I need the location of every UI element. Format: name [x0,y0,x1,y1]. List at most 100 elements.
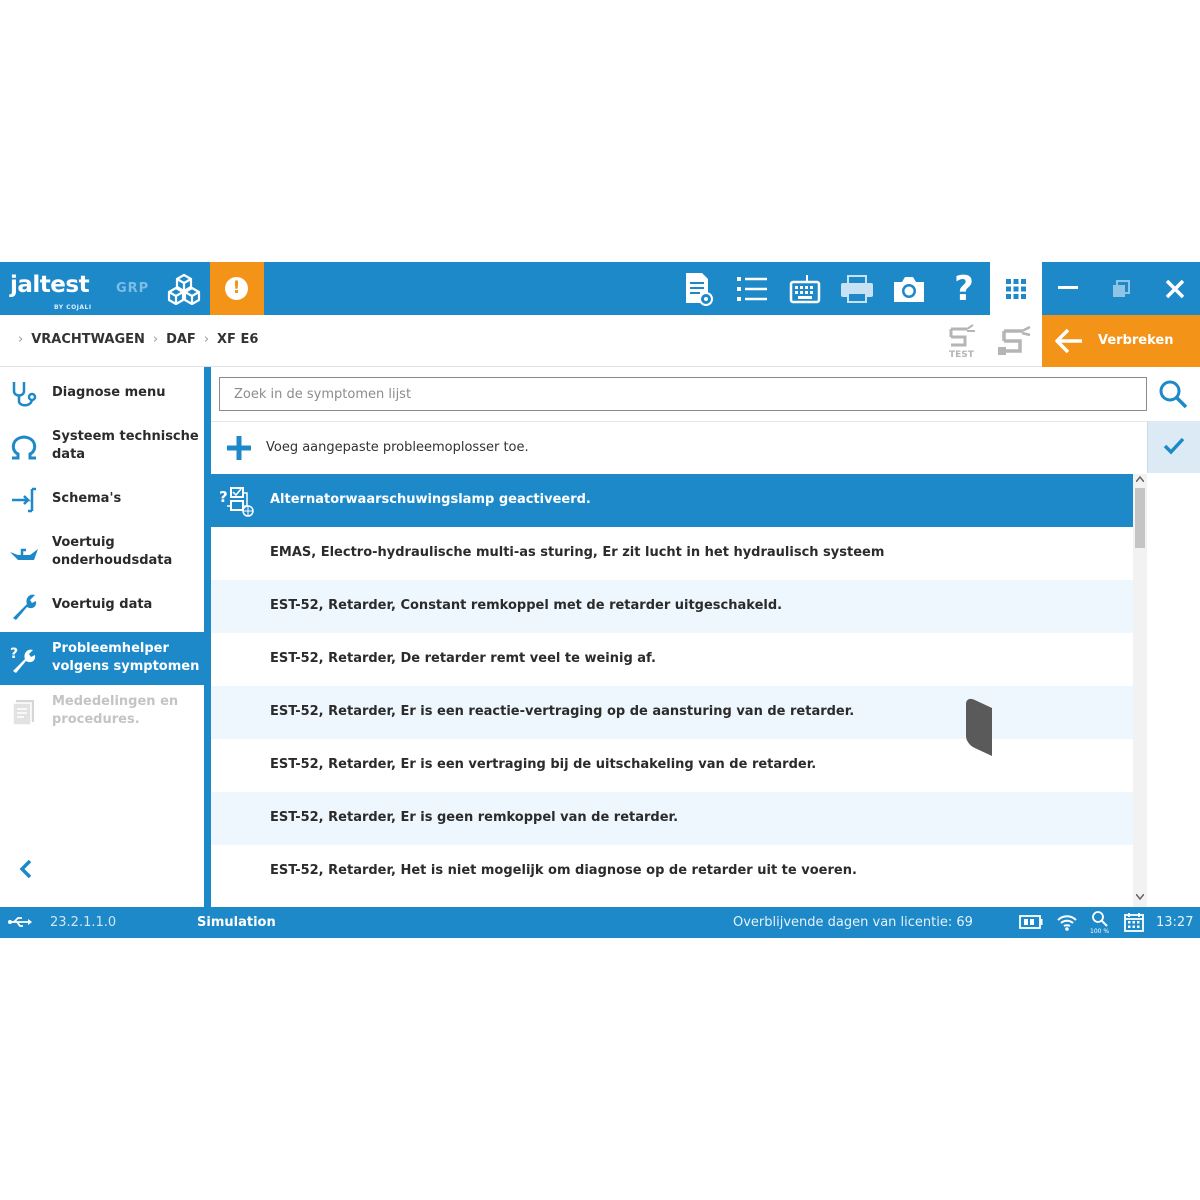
window-controls [1042,262,1200,315]
troubleshoot-flow-icon: ? [219,487,254,517]
zoom-level: 100 % [1090,928,1110,935]
breadcrumb-separator: › [203,332,210,347]
restore-icon [1113,280,1130,297]
symptom-row[interactable]: EST-52, Retarder, Er is geen remkoppel v… [211,792,1133,845]
connection-mode: Simulation [197,915,276,930]
breadcrumb-item-brand[interactable]: DAF [166,332,196,347]
checkmark-icon [1163,437,1185,455]
report-icon[interactable] [680,271,716,307]
symptom-row[interactable]: EST-52, Retarder, Constant remkoppel met… [211,580,1133,633]
wrench-icon [13,594,37,620]
apps-button[interactable] [990,262,1042,315]
symptom-search-input[interactable] [219,377,1147,411]
software-version: 23.2.1.1.0 [50,915,117,930]
symptom-row[interactable]: EMAS, Electro-hydraulische multi-as stur… [211,527,1133,580]
symptom-row[interactable]: EST-52, Retarder, De retarder remt veel … [211,633,1133,686]
symptom-label: EST-52, Retarder, Het is niet mogelijk o… [270,863,857,878]
restore-button[interactable] [1095,262,1147,315]
sidebar-item-vehicle-data[interactable]: Voertuig data [0,579,204,632]
symptom-label: EST-52, Retarder, Constant remkoppel met… [270,598,783,613]
close-button[interactable] [1148,262,1200,315]
confirm-button[interactable] [1147,421,1200,473]
symptom-label: EST-52, Retarder, De retarder remt veel … [270,651,656,666]
documents-icon [12,700,34,726]
svg-text:TEST: TEST [949,350,975,359]
symptom-label: Alternatorwaarschuwingslamp geactiveerd. [270,492,591,507]
usb-icon [8,917,32,927]
jaltest-logo: jaltest BY COJALI [10,272,92,311]
sidebar-item-symptom-troubleshooter[interactable]: ? Probleemhelper volgens symptomen [0,632,204,685]
sidebar-item-system-technical-data[interactable]: Systeem technische data [0,420,204,473]
sidebar-item-vehicle-maintenance-data[interactable]: Voertuig onderhoudsdata [0,526,204,579]
license-days-remaining: Overblijvende dagen van licentie: 69 [733,915,973,930]
disconnect-button[interactable]: Verbreken [1042,315,1200,367]
minimize-icon [1058,286,1078,289]
vci-link-icon[interactable] [996,323,1034,359]
sidebar-item-label: Systeem technische data [52,429,199,462]
sidebar-item-schemas[interactable]: Schema's [0,473,204,526]
breadcrumb-separator: › [152,332,159,347]
add-custom-troubleshooter-row[interactable]: Voeg aangepaste probleemoplosser toe. [211,421,1147,473]
apps-grid-icon [1006,279,1026,299]
battery-icon [1019,915,1043,929]
troubleshoot-icon: ? [10,646,36,673]
scrollbar-thumb[interactable] [1135,488,1145,548]
clock: 13:27 [1156,915,1194,930]
sidebar-item-label: Voertuig data [52,597,153,612]
cubes-icon[interactable] [166,273,202,305]
jaltest-window: jaltest BY COJALI GRP ! ? › VRACHTWAGEN … [0,262,1200,938]
printer-icon[interactable] [839,271,875,307]
help-icon[interactable]: ? [946,271,982,307]
scroll-up-icon[interactable] [1136,476,1144,482]
scroll-down-icon[interactable] [1136,894,1144,900]
alert-icon: ! [225,277,248,300]
symptom-row[interactable]: EST-52, Retarder, Er is een reactie-vert… [211,686,1133,739]
sidebar-item-diagnose-menu[interactable]: Diagnose menu [0,367,204,420]
svg-text:?: ? [219,488,228,506]
arrow-left-icon [1055,328,1082,354]
keyboard-icon[interactable] [787,271,823,307]
disconnect-label: Verbreken [1098,333,1174,348]
sidebar-divider [204,367,211,907]
top-toolbar: jaltest BY COJALI GRP ! ? [0,262,1200,315]
symptom-row[interactable]: ? Alternatorwaarschuwingslamp geactiveer… [211,474,1133,527]
symptom-label: EST-52, Retarder, Er is een reactie-vert… [270,704,855,719]
symptom-row[interactable]: EST-52, Retarder, Er is een vertraging b… [211,739,1133,792]
breadcrumb-item-vehicle-type[interactable]: VRACHTWAGEN [31,332,145,347]
close-icon [1165,279,1185,299]
camera-icon[interactable] [891,271,927,307]
zoom-indicator[interactable]: 100 % [1090,910,1114,936]
sidebar-item-label: Schema's [52,491,122,506]
symptom-list: ? Alternatorwaarschuwingslamp geactiveer… [211,474,1133,907]
sidebar-item-label: Diagnose menu [52,385,166,400]
status-bar: 23.2.1.1.0 Simulation Overblijvende dage… [0,907,1200,938]
omega-icon [11,435,37,460]
symptom-row[interactable]: EST-52, Retarder, Het is niet mogelijk o… [211,845,1133,898]
breadcrumb-bar: › VRACHTWAGEN › DAF › XF E6 TEST Verbrek… [0,315,1200,367]
calendar-icon[interactable] [1124,912,1144,932]
sidebar-item-label: Mededelingen en procedures. [52,694,179,727]
schematic-icon [12,487,36,513]
sidebar: Diagnose menu Systeem technische data Sch… [0,367,204,907]
symptom-label: EST-52, Retarder, Er is een vertraging b… [270,757,817,772]
collapse-sidebar-icon[interactable] [14,855,38,883]
product-label: GRP [116,281,150,296]
stethoscope-icon [12,382,37,407]
list-icon[interactable] [734,271,770,307]
breadcrumb: › VRACHTWAGEN › DAF › XF E6 [18,332,258,347]
breadcrumb-item-model[interactable]: XF E6 [217,332,258,347]
add-custom-label: Voeg aangepaste probleemoplosser toe. [266,440,529,455]
sidebar-item-label: Voertuig onderhoudsdata [52,535,173,568]
oil-can-icon [10,548,38,560]
sidebar-item-label: Probleemhelper volgens symptomen [52,641,200,674]
sidebar-item-notices-procedures: Mededelingen en procedures. [0,685,204,738]
breadcrumb-separator: › [18,332,24,347]
plus-icon [227,436,251,460]
symptom-list-scrollbar[interactable] [1133,474,1147,907]
alert-button[interactable]: ! [210,262,264,315]
search-icon[interactable] [1155,376,1191,412]
symptom-panel: Voeg aangepaste probleemoplosser toe. ? … [211,367,1200,907]
minimize-button[interactable] [1042,262,1094,315]
wifi-icon [1057,915,1077,931]
test-connection-icon[interactable]: TEST [945,323,981,359]
